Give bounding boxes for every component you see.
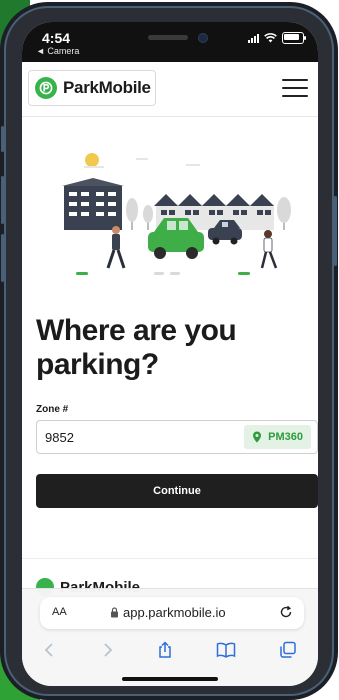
- text-size-button[interactable]: AA: [52, 606, 67, 618]
- continue-button[interactable]: Continue: [36, 474, 318, 508]
- man-walking: [106, 226, 126, 269]
- speaker-grille: [148, 35, 188, 40]
- woman-walking: [260, 230, 278, 269]
- lock-icon: [111, 607, 118, 618]
- back-chevron-icon[interactable]: [43, 642, 57, 658]
- notch: [110, 22, 232, 54]
- battery-icon: [282, 32, 306, 44]
- section-divider: [22, 558, 318, 559]
- zone-input[interactable]: 9852 PM360: [36, 420, 318, 454]
- parking-illustration: [62, 153, 291, 275]
- reload-icon[interactable]: [278, 604, 294, 620]
- zone-badge-text: PM360: [268, 431, 303, 443]
- zone-input-value: 9852: [45, 430, 74, 445]
- logo-text: ParkMobile: [63, 78, 151, 97]
- url-display[interactable]: app.parkmobile.io: [110, 605, 226, 620]
- page-title-line-1: Where are you: [36, 314, 237, 347]
- safari-bottom-toolbar: [22, 637, 318, 663]
- sun-icon: [85, 153, 99, 167]
- parkmobile-logo[interactable]: ParkMobile: [28, 70, 156, 106]
- apartment-building-left: [62, 178, 124, 230]
- back-to-camera-link[interactable]: ◄ Camera: [36, 46, 79, 56]
- safari-toolbar: AA app.parkmobile.io: [22, 588, 318, 686]
- hamburger-menu-button[interactable]: [282, 79, 308, 99]
- home-indicator[interactable]: [122, 677, 218, 681]
- power-button: [334, 196, 337, 266]
- silent-switch: [1, 126, 4, 152]
- cellular-signal-icon: [248, 33, 259, 43]
- zone-location-badge: PM360: [244, 425, 311, 449]
- zone-label: Zone #: [36, 404, 69, 415]
- parkmobile-logo-icon: [35, 77, 57, 99]
- tabs-icon[interactable]: [279, 641, 297, 659]
- url-text: app.parkmobile.io: [123, 605, 226, 620]
- phone-frame: 4:54 ◄ Camera ParkMobile Where are you p…: [1, 6, 337, 696]
- volume-down-button: [1, 234, 4, 282]
- share-icon[interactable]: [157, 641, 173, 659]
- wifi-icon: [264, 33, 277, 43]
- front-camera: [198, 33, 208, 43]
- map-pin-icon: [253, 431, 262, 443]
- volume-up-button: [1, 176, 4, 224]
- address-bar[interactable]: AA app.parkmobile.io: [40, 597, 304, 629]
- page-title: Where are you parking?: [36, 314, 306, 382]
- site-header: ParkMobile: [22, 62, 318, 117]
- bookmarks-icon[interactable]: [216, 642, 236, 658]
- status-icons: [248, 32, 306, 44]
- status-time: 4:54: [42, 30, 71, 46]
- page-title-line-2: parking?: [36, 348, 159, 381]
- logo-p-icon: [39, 81, 53, 95]
- phone-screen: 4:54 ◄ Camera ParkMobile Where are you p…: [22, 22, 318, 686]
- forward-chevron-icon[interactable]: [100, 642, 114, 658]
